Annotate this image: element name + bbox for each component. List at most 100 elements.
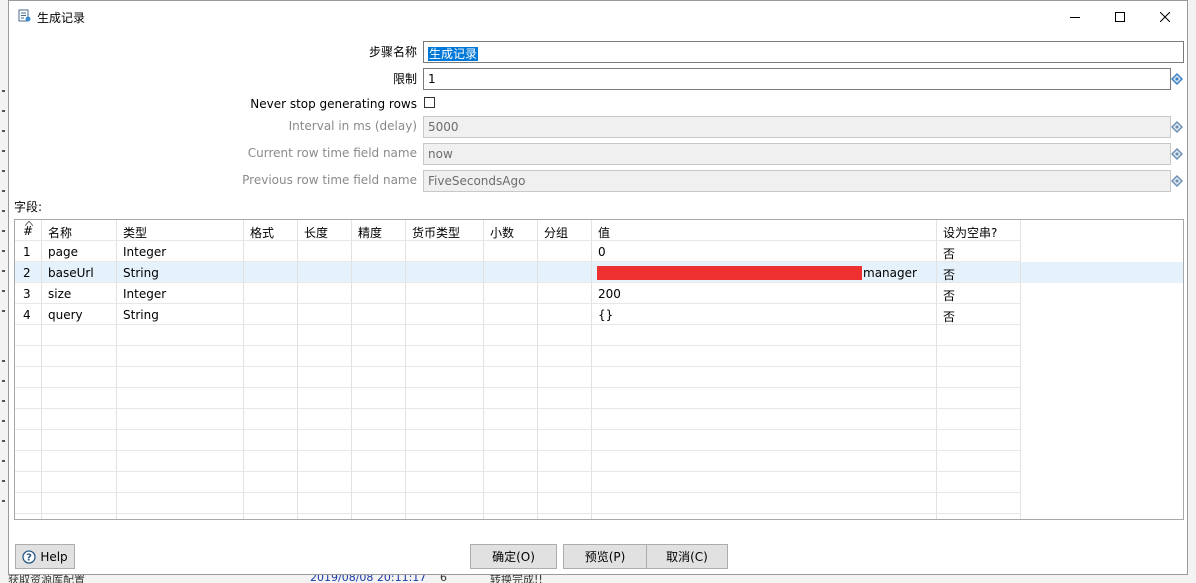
empty-cell[interactable] — [15, 451, 42, 472]
empty-cell[interactable] — [352, 325, 406, 346]
empty-cell[interactable] — [298, 451, 352, 472]
empty-cell[interactable] — [117, 430, 244, 451]
cell-length[interactable] — [298, 241, 352, 262]
empty-cell[interactable] — [42, 430, 117, 451]
empty-cell[interactable] — [592, 346, 937, 367]
empty-table-row[interactable] — [15, 472, 1183, 493]
empty-cell[interactable] — [592, 493, 937, 514]
empty-cell[interactable] — [352, 451, 406, 472]
empty-cell[interactable] — [42, 325, 117, 346]
empty-cell[interactable] — [937, 430, 1021, 451]
empty-cell[interactable] — [117, 346, 244, 367]
preview-button[interactable]: 预览(P) — [563, 544, 647, 569]
cell-decimal[interactable] — [484, 262, 538, 283]
empty-cell[interactable] — [15, 514, 42, 519]
empty-cell[interactable] — [484, 346, 538, 367]
cell-value[interactable]: manager — [592, 262, 937, 283]
empty-table-row[interactable] — [15, 388, 1183, 409]
empty-cell[interactable] — [538, 493, 592, 514]
empty-cell[interactable] — [484, 409, 538, 430]
empty-cell[interactable] — [352, 367, 406, 388]
empty-cell[interactable] — [406, 430, 484, 451]
cell-name[interactable]: page — [42, 241, 117, 262]
empty-cell[interactable] — [538, 388, 592, 409]
empty-cell[interactable] — [15, 367, 42, 388]
empty-table-row[interactable] — [15, 367, 1183, 388]
empty-cell[interactable] — [406, 346, 484, 367]
cell-format[interactable] — [244, 241, 298, 262]
empty-cell[interactable] — [42, 472, 117, 493]
empty-cell[interactable] — [42, 514, 117, 519]
empty-cell[interactable] — [244, 367, 298, 388]
variable-icon[interactable] — [1171, 121, 1183, 133]
current-row-input[interactable]: now — [423, 143, 1171, 165]
cell-type[interactable]: String — [117, 304, 244, 325]
cell-name[interactable]: query — [42, 304, 117, 325]
empty-cell[interactable] — [352, 514, 406, 519]
empty-cell[interactable] — [484, 451, 538, 472]
empty-table-row[interactable] — [15, 346, 1183, 367]
empty-cell[interactable] — [937, 472, 1021, 493]
cell-name[interactable]: baseUrl — [42, 262, 117, 283]
empty-cell[interactable] — [592, 388, 937, 409]
empty-cell[interactable] — [117, 514, 244, 519]
column-header[interactable]: 类型 — [117, 220, 244, 241]
column-header[interactable]: 格式 — [244, 220, 298, 241]
empty-cell[interactable] — [538, 451, 592, 472]
empty-cell[interactable] — [15, 325, 42, 346]
cell-group[interactable] — [538, 283, 592, 304]
cell-set-empty[interactable]: 否 — [937, 262, 1021, 283]
empty-cell[interactable] — [42, 388, 117, 409]
table-row[interactable]: 2 baseUrl String manager 否 — [15, 262, 1183, 283]
empty-cell[interactable] — [244, 346, 298, 367]
empty-cell[interactable] — [244, 493, 298, 514]
empty-cell[interactable] — [352, 346, 406, 367]
column-header[interactable]: 长度 — [298, 220, 352, 241]
empty-cell[interactable] — [117, 493, 244, 514]
cell-currency[interactable] — [406, 304, 484, 325]
help-button[interactable]: ? Help — [15, 544, 75, 569]
empty-cell[interactable] — [15, 388, 42, 409]
empty-cell[interactable] — [298, 346, 352, 367]
empty-cell[interactable] — [15, 493, 42, 514]
limit-input[interactable]: 1 — [423, 68, 1171, 90]
empty-cell[interactable] — [484, 493, 538, 514]
empty-cell[interactable] — [352, 388, 406, 409]
column-header[interactable]: 货币类型 — [406, 220, 484, 241]
empty-cell[interactable] — [42, 493, 117, 514]
empty-cell[interactable] — [538, 472, 592, 493]
empty-cell[interactable] — [484, 514, 538, 519]
table-row[interactable]: 1 page Integer 0 否 — [15, 241, 1183, 262]
empty-cell[interactable] — [244, 430, 298, 451]
empty-cell[interactable] — [592, 325, 937, 346]
empty-cell[interactable] — [298, 514, 352, 519]
cell-set-empty[interactable]: 否 — [937, 283, 1021, 304]
empty-cell[interactable] — [484, 472, 538, 493]
empty-cell[interactable] — [484, 430, 538, 451]
column-header[interactable]: 值 — [592, 220, 937, 241]
cell-type[interactable]: Integer — [117, 241, 244, 262]
empty-cell[interactable] — [937, 493, 1021, 514]
step-name-input[interactable]: 生成记录 — [423, 41, 1184, 63]
table-row[interactable]: 3 size Integer 200 否 — [15, 283, 1183, 304]
cell-precision[interactable] — [352, 304, 406, 325]
cell-set-empty[interactable]: 否 — [937, 241, 1021, 262]
empty-cell[interactable] — [937, 409, 1021, 430]
cell-group[interactable] — [538, 262, 592, 283]
empty-cell[interactable] — [15, 472, 42, 493]
empty-cell[interactable] — [538, 430, 592, 451]
cell-name[interactable]: size — [42, 283, 117, 304]
empty-cell[interactable] — [406, 388, 484, 409]
empty-cell[interactable] — [538, 514, 592, 519]
cell-decimal[interactable] — [484, 241, 538, 262]
cell-format[interactable] — [244, 304, 298, 325]
cell-group[interactable] — [538, 304, 592, 325]
empty-cell[interactable] — [244, 409, 298, 430]
maximize-button[interactable] — [1097, 1, 1143, 32]
cell-type[interactable]: String — [117, 262, 244, 283]
empty-cell[interactable] — [42, 409, 117, 430]
cell-format[interactable] — [244, 262, 298, 283]
column-header[interactable]: 设为空串? — [937, 220, 1021, 241]
empty-cell[interactable] — [538, 367, 592, 388]
empty-cell[interactable] — [117, 388, 244, 409]
